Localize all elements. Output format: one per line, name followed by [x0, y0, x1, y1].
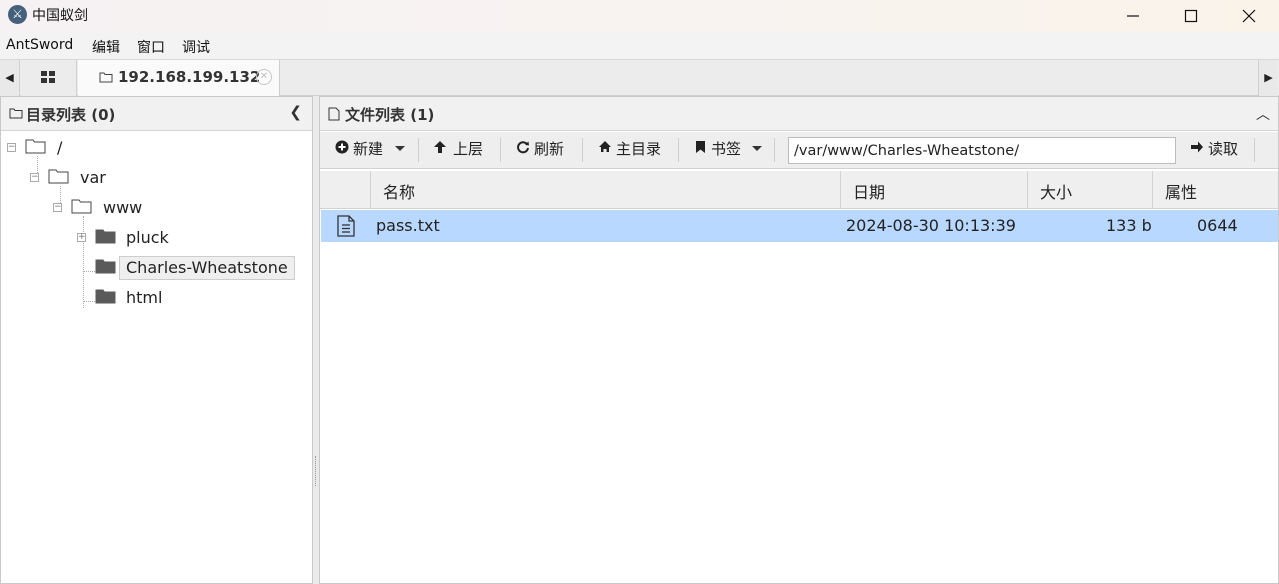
tree-node-label: www — [103, 198, 143, 217]
folder-icon — [99, 72, 113, 83]
home-label: 主目录 — [616, 140, 662, 158]
folder-open-icon — [71, 199, 92, 214]
tab-shell-session[interactable]: 192.168.199.132 ✕ — [78, 60, 280, 96]
file-list-header: 名称 日期 大小 属性 — [320, 171, 1278, 209]
minimize-button[interactable] — [1104, 0, 1162, 32]
tree-node-root[interactable]: − / — [7, 136, 97, 158]
menu-bar: AntSword 编辑 窗口 调试 — [0, 32, 1279, 59]
file-date: 2024-08-30 10:13:39 — [846, 216, 1016, 235]
collapse-left-icon[interactable]: ❮ — [289, 103, 302, 121]
bookmark-icon — [696, 141, 705, 153]
grid-icon — [41, 71, 55, 83]
title-bar: ⚔ 中国蚁剑 — [0, 0, 1279, 32]
tree-node-label: html — [126, 288, 163, 307]
bookmark-label: 书签 — [711, 140, 742, 158]
tab-bar: ◀ 192.168.199.132 ✕ ▶ — [0, 59, 1279, 96]
window-title: 中国蚁剑 — [32, 8, 88, 24]
new-label: 新建 — [353, 140, 384, 158]
toolbar-separator — [1254, 138, 1255, 162]
tree-node-label: pluck — [126, 228, 169, 247]
refresh-label: 刷新 — [534, 140, 565, 158]
directory-panel-title: 目录列表 (0) — [26, 106, 116, 124]
maximize-icon — [1184, 9, 1198, 23]
menu-antsword[interactable]: AntSword — [6, 37, 73, 53]
folder-icon — [95, 259, 116, 274]
home-icon — [599, 141, 611, 152]
column-header-permissions[interactable]: 属性 — [1153, 171, 1278, 209]
arrow-up-icon — [434, 141, 446, 153]
caret-down-icon — [752, 146, 762, 151]
tab-close-icon[interactable]: ✕ — [256, 69, 272, 85]
antsword-logo-icon: ⚔ — [8, 5, 27, 24]
collapse-icon[interactable]: − — [7, 143, 16, 152]
file-permissions: 0644 — [1197, 216, 1238, 235]
file-panel-title: 文件列表 (1) — [345, 106, 435, 124]
tab-home[interactable] — [21, 60, 77, 96]
tab-label: 192.168.199.132 — [118, 68, 261, 86]
refresh-icon — [517, 141, 529, 154]
folder-icon — [95, 289, 116, 304]
close-button[interactable] — [1220, 0, 1278, 32]
column-header-icon — [320, 171, 371, 209]
up-label: 上层 — [453, 140, 484, 158]
splitter-grip — [315, 456, 316, 486]
tab-scroll-right-button[interactable]: ▶ — [1258, 60, 1278, 96]
bookmark-button[interactable]: 书签 — [695, 137, 765, 163]
directory-panel: 目录列表 (0) ❮ − / − var − www + pluck Charl… — [0, 96, 313, 584]
tree-node-label: / — [57, 138, 63, 157]
file-size: 133 b — [1106, 216, 1152, 235]
folder-icon — [95, 229, 116, 244]
file-name: pass.txt — [376, 216, 440, 235]
file-toolbar: 新建 上层 刷新 主目录 书签 /var/www/Charles-Wheatst… — [320, 132, 1278, 169]
close-icon — [1242, 9, 1256, 23]
toolbar-separator — [500, 138, 501, 162]
tree-node-charles-wheatstone[interactable]: Charles-Wheatstone — [77, 256, 295, 280]
menu-window[interactable]: 窗口 — [137, 37, 165, 57]
file-list: 名称 日期 大小 属性 pass.txt 2024-08-30 10:13:39 — [320, 171, 1278, 583]
collapse-up-icon[interactable]: ︿ — [1256, 104, 1270, 124]
folder-open-icon — [25, 139, 46, 154]
toolbar-separator — [678, 138, 679, 162]
home-directory-button[interactable]: 主目录 — [598, 137, 668, 163]
folder-open-icon — [48, 169, 69, 184]
file-panel-header: 文件列表 (1) ︿ — [320, 97, 1278, 131]
plus-circle-icon — [335, 140, 349, 154]
tree-node-label: var — [80, 168, 106, 187]
toolbar-separator — [582, 138, 583, 162]
maximize-button[interactable] — [1162, 0, 1220, 32]
file-row[interactable]: pass.txt 2024-08-30 10:13:39 133 b 0644 — [321, 210, 1278, 242]
refresh-button[interactable]: 刷新 — [516, 137, 571, 163]
menu-debug[interactable]: 调试 — [182, 37, 210, 57]
tree-node-html[interactable]: html — [77, 286, 177, 308]
file-panel: 文件列表 (1) ︿ 新建 上层 刷新 主目录 书签 /var/www/Char… — [319, 96, 1279, 584]
path-input[interactable] — [788, 137, 1176, 164]
caret-down-icon — [395, 146, 405, 151]
toolbar-separator — [418, 138, 419, 162]
expand-icon[interactable]: + — [77, 233, 86, 242]
folder-icon — [9, 108, 23, 119]
new-button[interactable]: 新建 — [335, 137, 407, 163]
collapse-icon[interactable]: − — [30, 173, 39, 182]
column-header-size[interactable]: 大小 — [1028, 171, 1153, 209]
directory-panel-header: 目录列表 (0) ❮ — [1, 97, 312, 131]
file-icon — [328, 107, 340, 121]
arrow-right-icon — [1191, 141, 1203, 153]
tree-node-www[interactable]: − www — [53, 196, 163, 218]
column-header-name[interactable]: 名称 — [371, 171, 841, 209]
menu-edit[interactable]: 编辑 — [92, 37, 120, 57]
tree-node-var[interactable]: − var — [30, 166, 130, 188]
directory-tree: − / − var − www + pluck Charles-Wheatsto… — [1, 132, 312, 583]
column-header-date[interactable]: 日期 — [841, 171, 1028, 209]
collapse-icon[interactable]: − — [53, 203, 62, 212]
tab-scroll-left-button[interactable]: ◀ — [0, 60, 20, 96]
read-label: 读取 — [1208, 140, 1239, 158]
minimize-icon — [1127, 15, 1139, 17]
tree-node-label-selected: Charles-Wheatstone — [119, 256, 295, 280]
parent-directory-button[interactable]: 上层 — [433, 137, 488, 163]
read-path-button[interactable]: 读取 — [1190, 137, 1250, 163]
toolbar-separator — [774, 138, 775, 162]
tree-node-pluck[interactable]: + pluck — [77, 226, 177, 248]
text-file-icon — [337, 215, 355, 237]
